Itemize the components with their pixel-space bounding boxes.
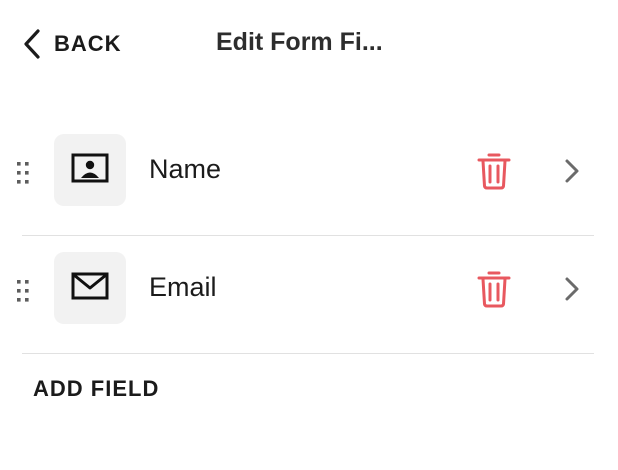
- delete-field-button[interactable]: [475, 268, 513, 310]
- envelope-icon: [71, 272, 109, 305]
- page-title: Edit Form Fi...: [216, 28, 383, 56]
- add-field-button[interactable]: ADD FIELD: [33, 376, 159, 402]
- contact-card-icon: [71, 153, 109, 188]
- trash-icon: [477, 153, 511, 190]
- field-row-email[interactable]: Email: [0, 236, 618, 354]
- back-label: BACK: [54, 31, 122, 56]
- drag-handle-icon[interactable]: [15, 160, 31, 186]
- back-button[interactable]: BACK: [20, 26, 122, 62]
- chevron-right-icon[interactable]: [562, 274, 582, 304]
- chevron-right-icon[interactable]: [562, 156, 582, 186]
- field-list: Name Email: [0, 118, 618, 354]
- field-type-icon-box: [54, 252, 126, 324]
- field-label: Email: [149, 272, 217, 302]
- field-row-name[interactable]: Name: [0, 118, 618, 236]
- drag-handle-icon[interactable]: [15, 278, 31, 304]
- delete-field-button[interactable]: [475, 150, 513, 192]
- field-type-icon-box: [54, 134, 126, 206]
- field-label: Name: [149, 154, 222, 184]
- row-divider: [22, 353, 594, 354]
- chevron-left-icon: [20, 26, 44, 62]
- header: BACK Edit Form Fi...: [0, 0, 618, 90]
- trash-icon: [477, 271, 511, 308]
